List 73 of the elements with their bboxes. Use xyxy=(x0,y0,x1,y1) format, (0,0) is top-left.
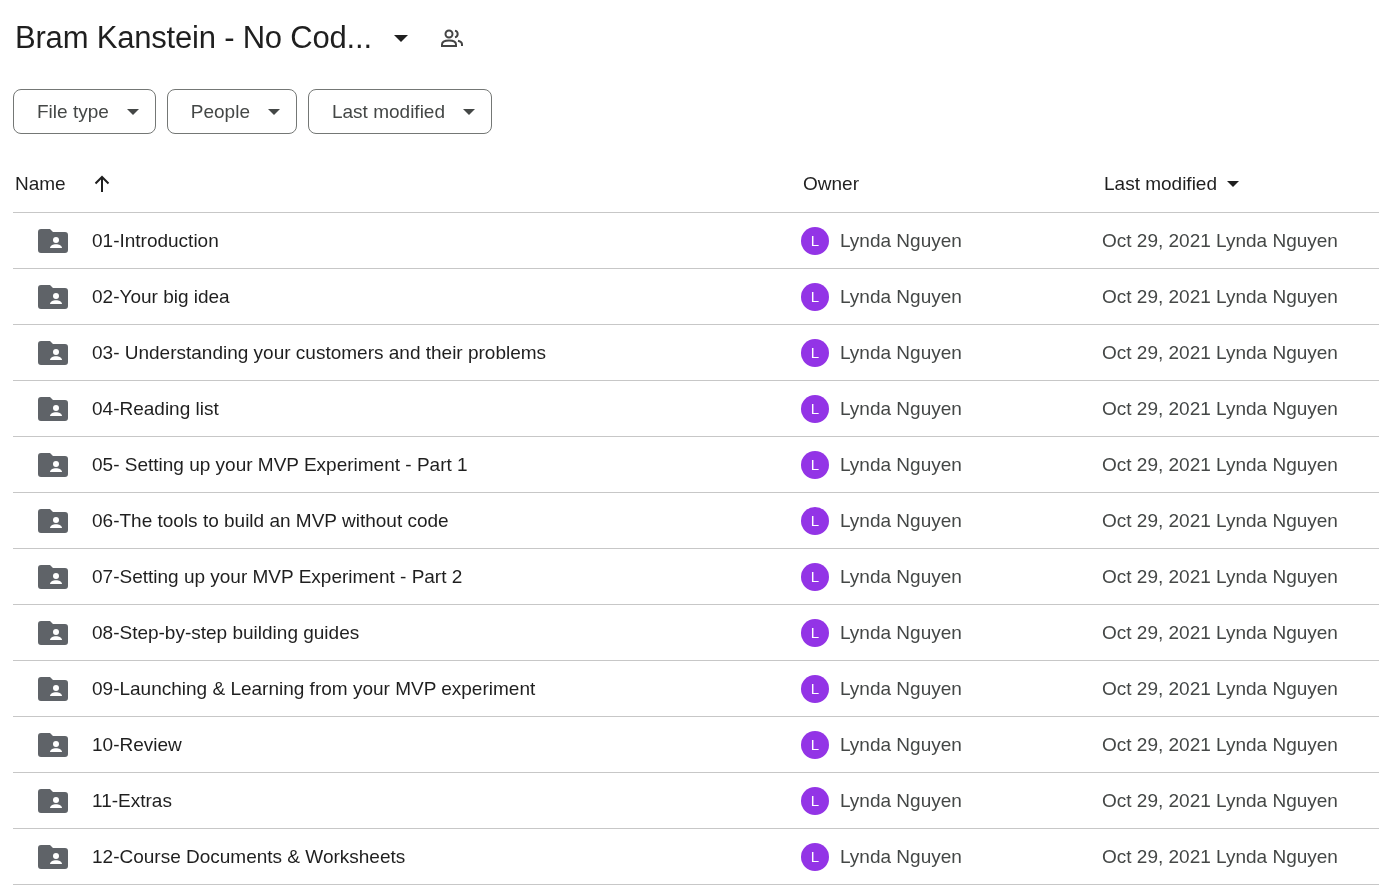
owner-avatar: L xyxy=(801,394,829,423)
owner-name: Lynda Nguyen xyxy=(840,733,962,756)
shared-folder-icon xyxy=(38,340,68,365)
last-modified-text: Oct 29, 2021 Lynda Nguyen xyxy=(1102,677,1339,700)
owner-avatar: L xyxy=(801,730,829,759)
last-modified-text: Oct 29, 2021 Lynda Nguyen xyxy=(1102,453,1339,476)
owner-name: Lynda Nguyen xyxy=(840,229,962,252)
owner-avatar: L xyxy=(801,506,829,535)
owner-name: Lynda Nguyen xyxy=(840,397,962,420)
shared-folder-icon xyxy=(38,228,68,253)
owner-avatar: L xyxy=(801,562,829,591)
column-header[interactable]: Last modified xyxy=(1102,173,1239,195)
owner-avatar: L xyxy=(801,226,829,255)
column-header[interactable]: Owner xyxy=(801,173,859,195)
last-modified-text: Oct 29, 2021 Lynda Nguyen xyxy=(1102,509,1339,532)
shared-folder-icon xyxy=(38,508,68,533)
last-modified-text: Oct 29, 2021 Lynda Nguyen xyxy=(1102,285,1339,308)
last-modified-text: Oct 29, 2021 Lynda Nguyen xyxy=(1102,341,1339,364)
folder-name[interactable]: 06-The tools to build an MVP without code xyxy=(92,509,449,532)
folder-name[interactable]: 07-Setting up your MVP Experiment - Part 2 xyxy=(92,565,463,588)
filter-chip[interactable]: Last modified xyxy=(308,89,492,134)
owner-avatar: L xyxy=(801,282,829,311)
last-modified-text: Oct 29, 2021 Lynda Nguyen xyxy=(1102,397,1339,420)
folder-name[interactable]: 11-Extras xyxy=(92,789,172,812)
owner-avatar: L xyxy=(801,450,829,479)
owner-name: Lynda Nguyen xyxy=(840,621,962,644)
caret-icon xyxy=(463,108,475,115)
shared-folder-icon xyxy=(38,732,68,757)
owner-name: Lynda Nguyen xyxy=(840,677,962,700)
folder-title: Bram Kanstein - No Cod... xyxy=(15,20,372,56)
shared-folder-icon xyxy=(38,284,68,309)
column-header[interactable]: Name xyxy=(13,173,110,195)
filter-chip[interactable]: People xyxy=(166,89,297,134)
owner-name: Lynda Nguyen xyxy=(840,453,962,476)
shared-folder-icon xyxy=(38,452,68,477)
owner-avatar: L xyxy=(801,842,829,871)
owner-name: Lynda Nguyen xyxy=(840,789,962,812)
last-modified-text: Oct 29, 2021 Lynda Nguyen xyxy=(1102,789,1339,812)
sort-up-arrow-icon xyxy=(93,175,110,193)
shared-folder-icon xyxy=(38,396,68,421)
folder-name[interactable]: 10-Review xyxy=(92,733,182,756)
caret-icon xyxy=(268,108,280,115)
folder-name[interactable]: 05- Setting up your MVP Experiment - Part 1 xyxy=(92,453,468,476)
owner-name: Lynda Nguyen xyxy=(840,565,962,588)
shared-folder-icon xyxy=(38,844,68,869)
last-modified-text: Oct 29, 2021 Lynda Nguyen xyxy=(1102,621,1339,644)
shared-folder-icon xyxy=(38,676,68,701)
owner-name: Lynda Nguyen xyxy=(840,845,962,868)
folder-name[interactable]: 09-Launching & Learning from your MVP experiment xyxy=(92,677,536,700)
folder-name[interactable]: 12-Course Documents & Worksheets xyxy=(92,845,406,868)
last-modified-text: Oct 29, 2021 Lynda Nguyen xyxy=(1102,845,1339,868)
owner-avatar: L xyxy=(801,786,829,815)
owner-avatar: L xyxy=(801,674,829,703)
owner-avatar: L xyxy=(801,338,829,367)
last-modified-text: Oct 29, 2021 Lynda Nguyen xyxy=(1102,565,1339,588)
shared-folder-icon xyxy=(38,788,68,813)
folder-name[interactable]: 04-Reading list xyxy=(92,397,219,420)
owner-avatar: L xyxy=(801,618,829,647)
filter-chip[interactable]: File type xyxy=(13,89,156,134)
shared-folder-icon xyxy=(38,620,68,645)
owner-name: Lynda Nguyen xyxy=(840,341,962,364)
caret-icon xyxy=(393,34,408,42)
folder-name[interactable]: 02-Your big idea xyxy=(92,285,230,308)
folder-name[interactable]: 03- Understanding your customers and their problems xyxy=(92,341,547,364)
folder-name[interactable]: 08-Step-by-step building guides xyxy=(92,621,360,644)
last-modified-text: Oct 29, 2021 Lynda Nguyen xyxy=(1102,733,1339,756)
owner-name: Lynda Nguyen xyxy=(840,509,962,532)
last-modified-text: Oct 29, 2021 Lynda Nguyen xyxy=(1102,229,1339,252)
caret-icon xyxy=(126,108,139,115)
owner-name: Lynda Nguyen xyxy=(840,285,962,308)
shared-folder-icon xyxy=(38,564,68,589)
caret-icon xyxy=(1227,181,1239,187)
folder-name[interactable]: 01-Introduction xyxy=(92,229,219,252)
